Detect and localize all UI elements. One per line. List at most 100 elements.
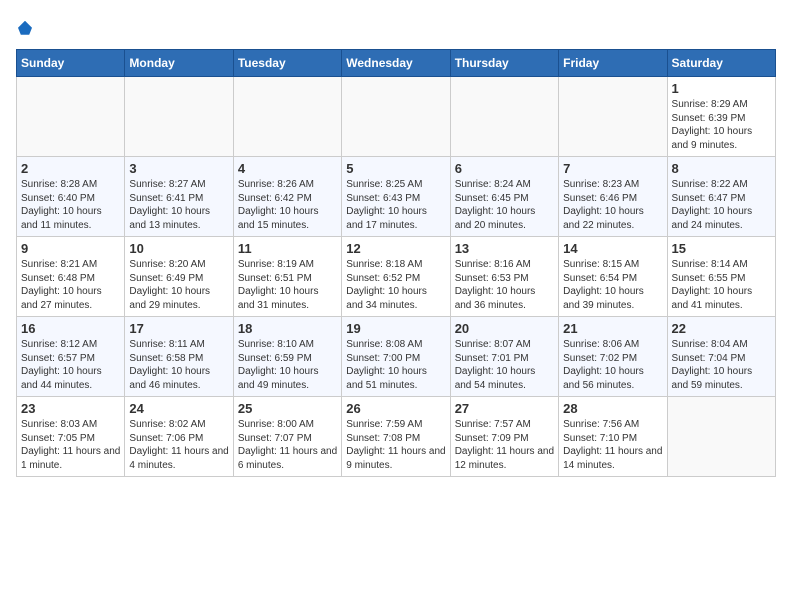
calendar-table: SundayMondayTuesdayWednesdayThursdayFrid…: [16, 49, 776, 477]
day-number: 11: [238, 241, 337, 256]
day-info: Sunrise: 8:12 AM Sunset: 6:57 PM Dayligh…: [21, 338, 120, 392]
day-info: Sunrise: 8:18 AM Sunset: 6:52 PM Dayligh…: [346, 258, 445, 312]
day-info: Sunrise: 8:04 AM Sunset: 7:04 PM Dayligh…: [672, 338, 771, 392]
day-cell: [342, 77, 450, 157]
day-cell: 28 Sunrise: 7:56 AM Sunset: 7:10 PM Dayli…: [559, 397, 667, 477]
day-info: Sunrise: 8:11 AM Sunset: 6:58 PM Dayligh…: [129, 338, 228, 392]
logo-icon: [18, 21, 32, 35]
day-info: Sunrise: 8:10 AM Sunset: 6:59 PM Dayligh…: [238, 338, 337, 392]
weekday-header-sunday: Sunday: [17, 50, 125, 77]
weekday-header-monday: Monday: [125, 50, 233, 77]
week-row-1: 2 Sunrise: 8:28 AM Sunset: 6:40 PM Daylig…: [17, 157, 776, 237]
day-number: 15: [672, 241, 771, 256]
day-cell: 1 Sunrise: 8:29 AM Sunset: 6:39 PM Daylig…: [667, 77, 775, 157]
day-cell: 11 Sunrise: 8:19 AM Sunset: 6:51 PM Dayli…: [233, 237, 341, 317]
day-number: 25: [238, 401, 337, 416]
day-cell: 4Sunrise: 8:26 AM Sunset: 6:42 PM Daylig…: [233, 157, 341, 237]
day-cell: 18 Sunrise: 8:10 AM Sunset: 6:59 PM Dayli…: [233, 317, 341, 397]
day-number: 9: [21, 241, 120, 256]
day-cell: [559, 77, 667, 157]
day-info: Sunrise: 8:25 AM Sunset: 6:43 PM Dayligh…: [346, 178, 445, 232]
day-cell: 20 Sunrise: 8:07 AM Sunset: 7:01 PM Dayli…: [450, 317, 558, 397]
day-cell: [233, 77, 341, 157]
day-number: 2: [21, 161, 120, 176]
day-number: 7: [563, 161, 662, 176]
weekday-header-row: SundayMondayTuesdayWednesdayThursdayFrid…: [17, 50, 776, 77]
day-info: Sunrise: 8:07 AM Sunset: 7:01 PM Dayligh…: [455, 338, 554, 392]
day-number: 20: [455, 321, 554, 336]
day-cell: 3 Sunrise: 8:27 AM Sunset: 6:41 PM Daylig…: [125, 157, 233, 237]
day-info: Sunrise: 7:59 AM Sunset: 7:08 PM Dayligh…: [346, 418, 445, 472]
day-cell: 14 Sunrise: 8:15 AM Sunset: 6:54 PM Dayli…: [559, 237, 667, 317]
day-info: Sunrise: 8:08 AM Sunset: 7:00 PM Dayligh…: [346, 338, 445, 392]
day-number: 8: [672, 161, 771, 176]
day-info: Sunrise: 8:15 AM Sunset: 6:54 PM Dayligh…: [563, 258, 662, 312]
day-info: Sunrise: 8:19 AM Sunset: 6:51 PM Dayligh…: [238, 258, 337, 312]
day-number: 13: [455, 241, 554, 256]
day-cell: 8 Sunrise: 8:22 AM Sunset: 6:47 PM Daylig…: [667, 157, 775, 237]
day-cell: [17, 77, 125, 157]
day-number: 3: [129, 161, 228, 176]
day-cell: [667, 397, 775, 477]
day-cell: [125, 77, 233, 157]
day-cell: [450, 77, 558, 157]
weekday-header-saturday: Saturday: [667, 50, 775, 77]
logo: [16, 16, 32, 37]
day-info: Sunrise: 8:03 AM Sunset: 7:05 PM Dayligh…: [21, 418, 120, 472]
day-number: 1: [672, 81, 771, 96]
weekday-header-tuesday: Tuesday: [233, 50, 341, 77]
day-number: 5: [346, 161, 445, 176]
day-cell: 21 Sunrise: 8:06 AM Sunset: 7:02 PM Dayli…: [559, 317, 667, 397]
day-number: 22: [672, 321, 771, 336]
day-info: Sunrise: 8:23 AM Sunset: 6:46 PM Dayligh…: [563, 178, 662, 232]
day-info: Sunrise: 8:20 AM Sunset: 6:49 PM Dayligh…: [129, 258, 228, 312]
day-info: Sunrise: 8:16 AM Sunset: 6:53 PM Dayligh…: [455, 258, 554, 312]
day-number: 10: [129, 241, 228, 256]
day-number: 14: [563, 241, 662, 256]
day-number: 17: [129, 321, 228, 336]
day-cell: 24Sunrise: 8:02 AM Sunset: 7:06 PM Dayli…: [125, 397, 233, 477]
day-info: Sunrise: 8:28 AM Sunset: 6:40 PM Dayligh…: [21, 178, 120, 232]
day-cell: 7 Sunrise: 8:23 AM Sunset: 6:46 PM Daylig…: [559, 157, 667, 237]
day-info: Sunrise: 8:02 AM Sunset: 7:06 PM Dayligh…: [129, 418, 228, 472]
day-cell: 17 Sunrise: 8:11 AM Sunset: 6:58 PM Dayli…: [125, 317, 233, 397]
day-info: Sunrise: 8:24 AM Sunset: 6:45 PM Dayligh…: [455, 178, 554, 232]
week-row-3: 16 Sunrise: 8:12 AM Sunset: 6:57 PM Dayli…: [17, 317, 776, 397]
day-cell: 12 Sunrise: 8:18 AM Sunset: 6:52 PM Dayli…: [342, 237, 450, 317]
day-info: Sunrise: 8:27 AM Sunset: 6:41 PM Dayligh…: [129, 178, 228, 232]
day-number: 28: [563, 401, 662, 416]
day-info: Sunrise: 8:29 AM Sunset: 6:39 PM Dayligh…: [672, 98, 771, 152]
day-number: 21: [563, 321, 662, 336]
week-row-0: 1 Sunrise: 8:29 AM Sunset: 6:39 PM Daylig…: [17, 77, 776, 157]
day-cell: 23 Sunrise: 8:03 AM Sunset: 7:05 PM Dayli…: [17, 397, 125, 477]
day-number: 12: [346, 241, 445, 256]
day-number: 6: [455, 161, 554, 176]
day-info: Sunrise: 8:14 AM Sunset: 6:55 PM Dayligh…: [672, 258, 771, 312]
day-number: 18: [238, 321, 337, 336]
day-cell: 27 Sunrise: 7:57 AM Sunset: 7:09 PM Dayli…: [450, 397, 558, 477]
day-cell: 2 Sunrise: 8:28 AM Sunset: 6:40 PM Daylig…: [17, 157, 125, 237]
weekday-header-wednesday: Wednesday: [342, 50, 450, 77]
day-info: Sunrise: 7:57 AM Sunset: 7:09 PM Dayligh…: [455, 418, 554, 472]
day-cell: 5 Sunrise: 8:25 AM Sunset: 6:43 PM Daylig…: [342, 157, 450, 237]
day-number: 19: [346, 321, 445, 336]
day-cell: 16 Sunrise: 8:12 AM Sunset: 6:57 PM Dayli…: [17, 317, 125, 397]
day-cell: 9 Sunrise: 8:21 AM Sunset: 6:48 PM Daylig…: [17, 237, 125, 317]
day-info: Sunrise: 8:22 AM Sunset: 6:47 PM Dayligh…: [672, 178, 771, 232]
day-cell: 10 Sunrise: 8:20 AM Sunset: 6:49 PM Dayli…: [125, 237, 233, 317]
day-number: 27: [455, 401, 554, 416]
day-info: Sunrise: 8:00 AM Sunset: 7:07 PM Dayligh…: [238, 418, 337, 472]
day-info: Sunrise: 7:56 AM Sunset: 7:10 PM Dayligh…: [563, 418, 662, 472]
day-cell: 6 Sunrise: 8:24 AM Sunset: 6:45 PM Daylig…: [450, 157, 558, 237]
week-row-4: 23 Sunrise: 8:03 AM Sunset: 7:05 PM Dayli…: [17, 397, 776, 477]
day-cell: 19 Sunrise: 8:08 AM Sunset: 7:00 PM Dayli…: [342, 317, 450, 397]
day-number: 26: [346, 401, 445, 416]
day-info: Sunrise: 8:06 AM Sunset: 7:02 PM Dayligh…: [563, 338, 662, 392]
day-cell: 26 Sunrise: 7:59 AM Sunset: 7:08 PM Dayli…: [342, 397, 450, 477]
day-info: Sunrise: 8:21 AM Sunset: 6:48 PM Dayligh…: [21, 258, 120, 312]
weekday-header-thursday: Thursday: [450, 50, 558, 77]
page-header: [16, 16, 776, 37]
day-cell: 22 Sunrise: 8:04 AM Sunset: 7:04 PM Dayli…: [667, 317, 775, 397]
day-number: 16: [21, 321, 120, 336]
day-number: 23: [21, 401, 120, 416]
